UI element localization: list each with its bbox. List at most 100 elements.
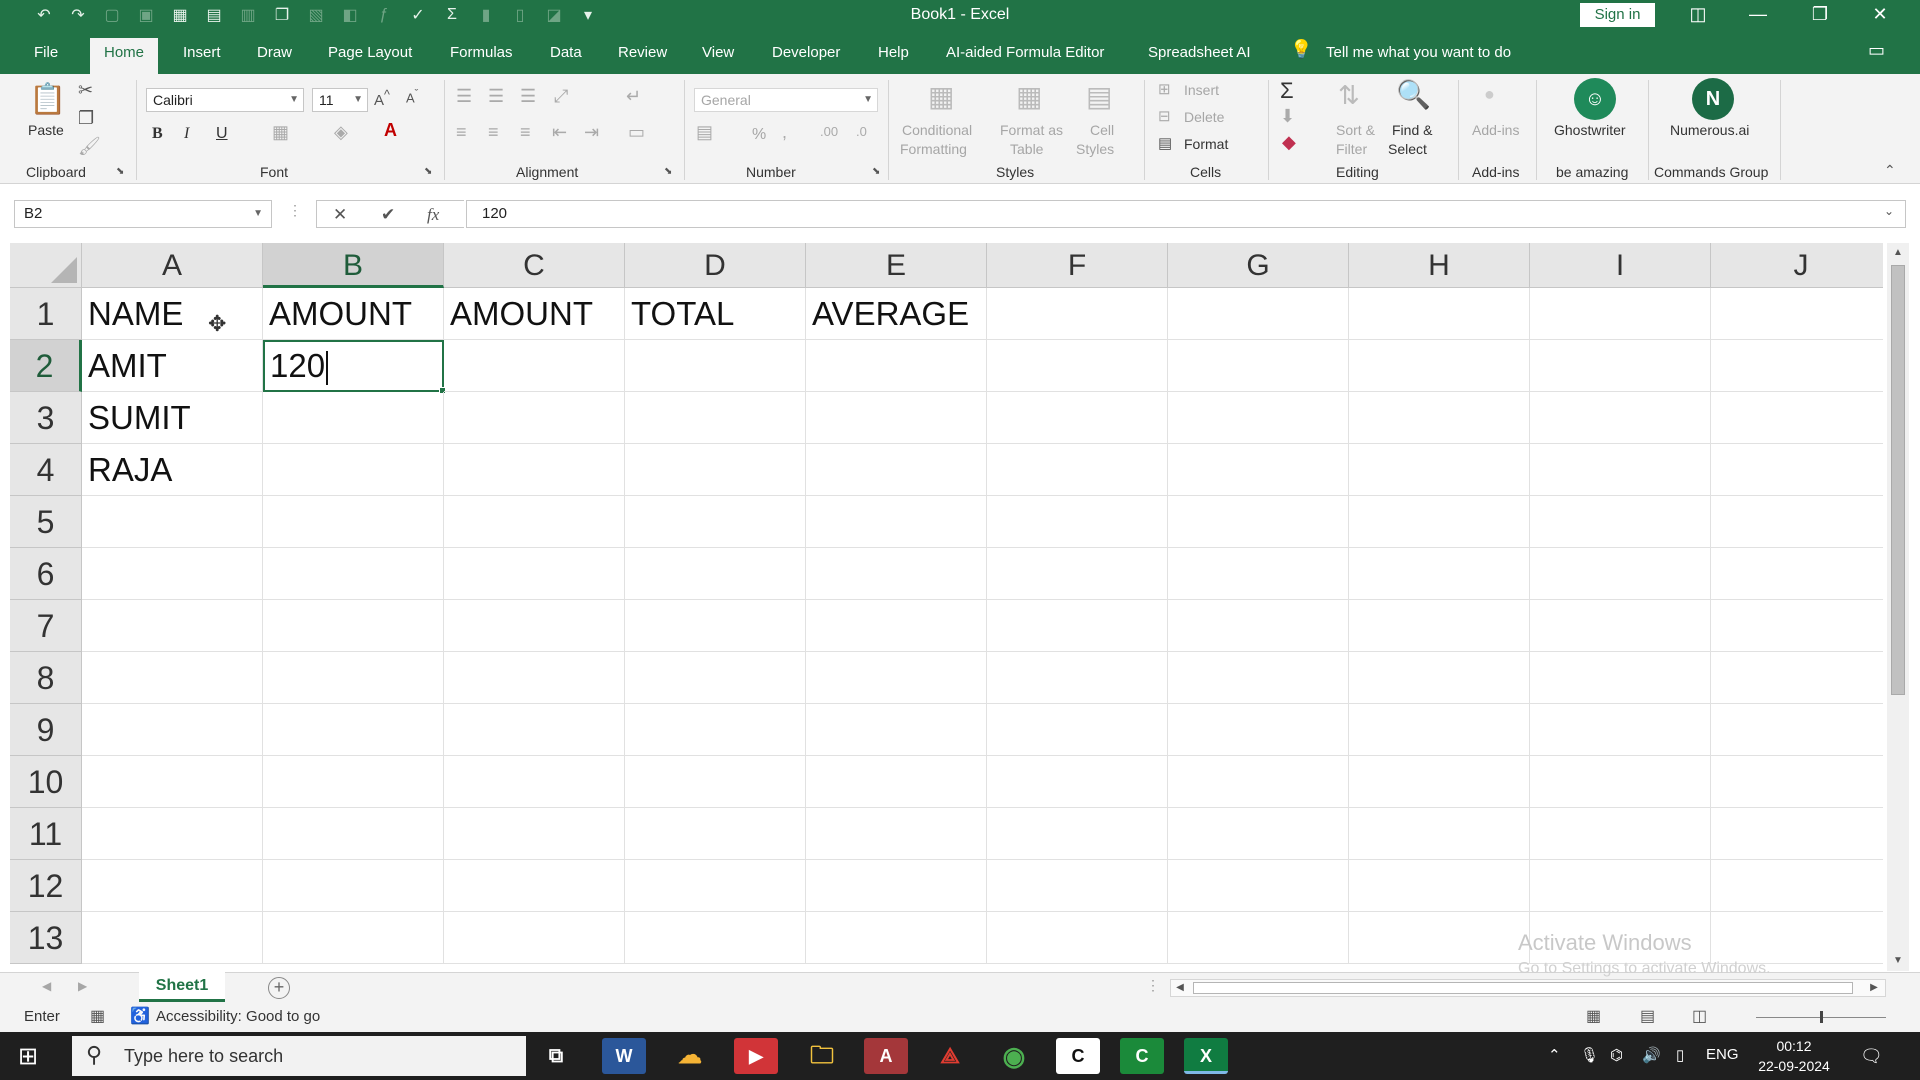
cell-a2[interactable]: AMIT [82, 340, 263, 392]
align-bottom-icon[interactable]: ☰ [520, 86, 536, 107]
cell-c13[interactable] [444, 912, 625, 964]
cell-i1[interactable] [1530, 288, 1711, 340]
column-header-e[interactable]: E [806, 243, 987, 288]
font-name-select[interactable]: Calibri ▼ [146, 88, 304, 112]
network-icon[interactable]: ⌬ [1610, 1046, 1623, 1064]
cell-g9[interactable] [1168, 704, 1349, 756]
row-header-3[interactable]: 3 [10, 392, 82, 444]
magnifier-icon[interactable]: 🔍 [1396, 78, 1431, 111]
cell-a11[interactable] [82, 808, 263, 860]
cell-j10[interactable] [1711, 756, 1883, 808]
cell-d5[interactable] [625, 496, 806, 548]
cell-b13[interactable] [263, 912, 444, 964]
cell-a4[interactable]: RAJA [82, 444, 263, 496]
find-select-button[interactable]: Find & [1392, 122, 1432, 138]
cell-b4[interactable] [263, 444, 444, 496]
italic-button[interactable]: I [184, 125, 189, 143]
cell-f12[interactable] [987, 860, 1168, 912]
tab-split-icon[interactable]: ⋮ [1146, 977, 1160, 994]
tab-draw[interactable]: Draw [243, 38, 306, 74]
cell-c1[interactable]: AMOUNT [444, 288, 625, 340]
cell-e6[interactable] [806, 548, 987, 600]
cell-i4[interactable] [1530, 444, 1711, 496]
cell-b8[interactable] [263, 652, 444, 704]
cell-b12[interactable] [263, 860, 444, 912]
tab-formulas[interactable]: Formulas [436, 38, 527, 74]
add-sheet-icon[interactable]: + [268, 977, 290, 999]
row-header-7[interactable]: 7 [10, 600, 82, 652]
align-top-icon[interactable]: ☰ [456, 86, 472, 107]
taskbar-clock[interactable]: 00:12 22-09-2024 [1756, 1036, 1832, 1076]
cell-d3[interactable] [625, 392, 806, 444]
cancel-icon[interactable]: ✕ [333, 205, 347, 225]
autosum-icon[interactable]: Σ [1280, 78, 1294, 104]
clear-icon[interactable]: ◆ [1282, 132, 1296, 153]
fill-color-icon[interactable]: ◈ [334, 122, 348, 143]
taskbar-search[interactable]: ⚲ Type here to search [72, 1036, 526, 1076]
cell-f4[interactable] [987, 444, 1168, 496]
format-as-table-button[interactable]: Format as [1000, 122, 1063, 138]
cell-i11[interactable] [1530, 808, 1711, 860]
addins-button[interactable]: Add-ins [1472, 122, 1519, 138]
increase-font-icon[interactable]: A^ [374, 88, 390, 109]
tab-insert[interactable]: Insert [169, 38, 235, 74]
cell-e12[interactable] [806, 860, 987, 912]
cell-f10[interactable] [987, 756, 1168, 808]
cell-b11[interactable] [263, 808, 444, 860]
access-app-icon[interactable]: A [864, 1038, 908, 1074]
cell-h13[interactable] [1349, 912, 1530, 964]
cell-e1[interactable]: AVERAGE [806, 288, 987, 340]
cell-a9[interactable] [82, 704, 263, 756]
cell-h6[interactable] [1349, 548, 1530, 600]
cell-e8[interactable] [806, 652, 987, 704]
cell-e11[interactable] [806, 808, 987, 860]
row-header-11[interactable]: 11 [10, 808, 82, 860]
orientation-icon[interactable]: ⤢ [554, 86, 568, 107]
cell-e2[interactable] [806, 340, 987, 392]
cell-i9[interactable] [1530, 704, 1711, 756]
cell-j12[interactable] [1711, 860, 1883, 912]
scroll-left-icon[interactable]: ◀ [1171, 982, 1189, 993]
cell-j2[interactable] [1711, 340, 1883, 392]
cell-c6[interactable] [444, 548, 625, 600]
page-layout-view-icon[interactable]: ▤ [1640, 1006, 1655, 1026]
cell-c7[interactable] [444, 600, 625, 652]
cell-g3[interactable] [1168, 392, 1349, 444]
acrobat-app-icon[interactable]: ⟁ [928, 1038, 972, 1074]
comments-icon[interactable]: ▭ [1868, 40, 1885, 61]
enter-icon[interactable]: ✔ [381, 205, 395, 225]
cell-c4[interactable] [444, 444, 625, 496]
word-app-icon[interactable]: W [602, 1038, 646, 1074]
row-header-4[interactable]: 4 [10, 444, 82, 496]
cell-h10[interactable] [1349, 756, 1530, 808]
expand-formula-bar-icon[interactable]: ⌄ [1884, 204, 1894, 218]
horizontal-scrollbar[interactable]: ◀ ▶ [1170, 979, 1886, 997]
column-header-d[interactable]: D [625, 243, 806, 288]
row-header-6[interactable]: 6 [10, 548, 82, 600]
cell-g7[interactable] [1168, 600, 1349, 652]
tab-help[interactable]: Help [864, 38, 923, 74]
number-launcher-icon[interactable]: ⬊ [872, 166, 880, 177]
cell-b10[interactable] [263, 756, 444, 808]
percent-style-button[interactable]: % [752, 126, 766, 144]
merge-center-icon[interactable]: ▭ [628, 122, 645, 143]
cell-g1[interactable] [1168, 288, 1349, 340]
formula-input[interactable]: 120 [466, 200, 1906, 228]
row-header-5[interactable]: 5 [10, 496, 82, 548]
font-color-icon[interactable]: A [384, 120, 397, 141]
cell-a3[interactable]: SUMIT [82, 392, 263, 444]
font-size-select[interactable]: 11 ▼ [312, 88, 368, 112]
row-header-10[interactable]: 10 [10, 756, 82, 808]
camtasia-app-icon[interactable]: C [1056, 1038, 1100, 1074]
microphone-icon[interactable]: 🎙 [1580, 1046, 1599, 1064]
battery-icon[interactable]: ▯ [1676, 1046, 1684, 1064]
vertical-scroll-thumb[interactable] [1891, 265, 1905, 695]
cell-g2[interactable] [1168, 340, 1349, 392]
cell-f11[interactable] [987, 808, 1168, 860]
column-header-g[interactable]: G [1168, 243, 1349, 288]
wrap-text-icon[interactable]: ↵ [626, 86, 641, 107]
ghostwriter-icon[interactable]: ☺ [1574, 78, 1616, 120]
cell-h4[interactable] [1349, 444, 1530, 496]
cell-a6[interactable] [82, 548, 263, 600]
cell-b3[interactable] [263, 392, 444, 444]
